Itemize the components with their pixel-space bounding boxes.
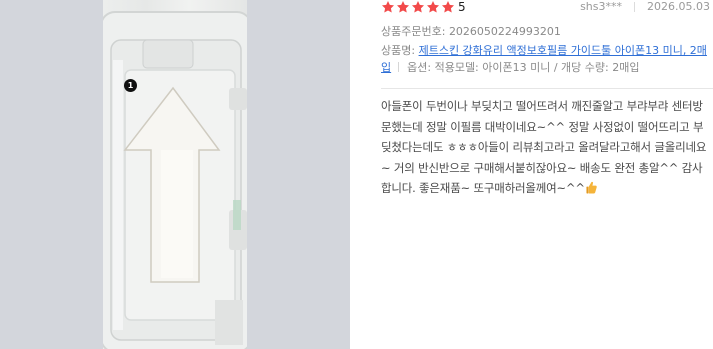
options-value: 적용모델: 아이폰13 미니 / 개당 수량: 2매입 xyxy=(434,61,640,74)
star-icon xyxy=(411,1,425,13)
star-rating xyxy=(381,0,455,14)
product-info: 상품명: 제트스킨 강화유리 액정보호필름 가이드툴 아이폰13 미니, 2매입… xyxy=(381,42,713,76)
options-label: 옵션: xyxy=(407,61,432,74)
order-number-label: 상품주문번호: xyxy=(381,25,446,38)
review-header: 5 shs3*** 2026.05.03 xyxy=(381,0,713,16)
review-content: 5 shs3*** 2026.05.03 상품주문번호: 20260502249… xyxy=(381,0,713,349)
reviewer-id: shs3*** xyxy=(580,0,623,13)
star-icon xyxy=(426,1,440,13)
order-number-row: 상품주문번호: 2026050224993201 xyxy=(381,25,561,39)
star-icon xyxy=(441,1,455,13)
review-photo-container: 1 xyxy=(0,0,350,349)
review-meta: shs3*** 2026.05.03 xyxy=(580,0,710,14)
star-icon xyxy=(381,1,395,13)
order-number-value: 2026050224993201 xyxy=(448,25,561,38)
meta-divider xyxy=(634,2,636,12)
review-body: 아들폰이 두번이나 부딪치고 떨어뜨려서 깨진줄알고 부랴부랴 센터방문했는데 … xyxy=(381,96,711,199)
review-photo[interactable]: 1 xyxy=(103,0,247,349)
review-date: 2026.05.03 xyxy=(647,0,710,13)
thumbs-up-icon xyxy=(586,181,597,194)
review-body-text: 아들폰이 두번이나 부딪치고 떨어뜨려서 깨진줄알고 부랴부랴 센터방문했는데 … xyxy=(381,99,707,195)
screen-protector-guide-photo xyxy=(103,11,247,349)
rating-score: 5 xyxy=(458,0,466,14)
section-divider xyxy=(381,88,713,89)
star-icon xyxy=(396,1,410,13)
step-badge: 1 xyxy=(124,79,137,92)
product-divider xyxy=(398,62,400,72)
product-label: 상품명: xyxy=(381,44,416,57)
